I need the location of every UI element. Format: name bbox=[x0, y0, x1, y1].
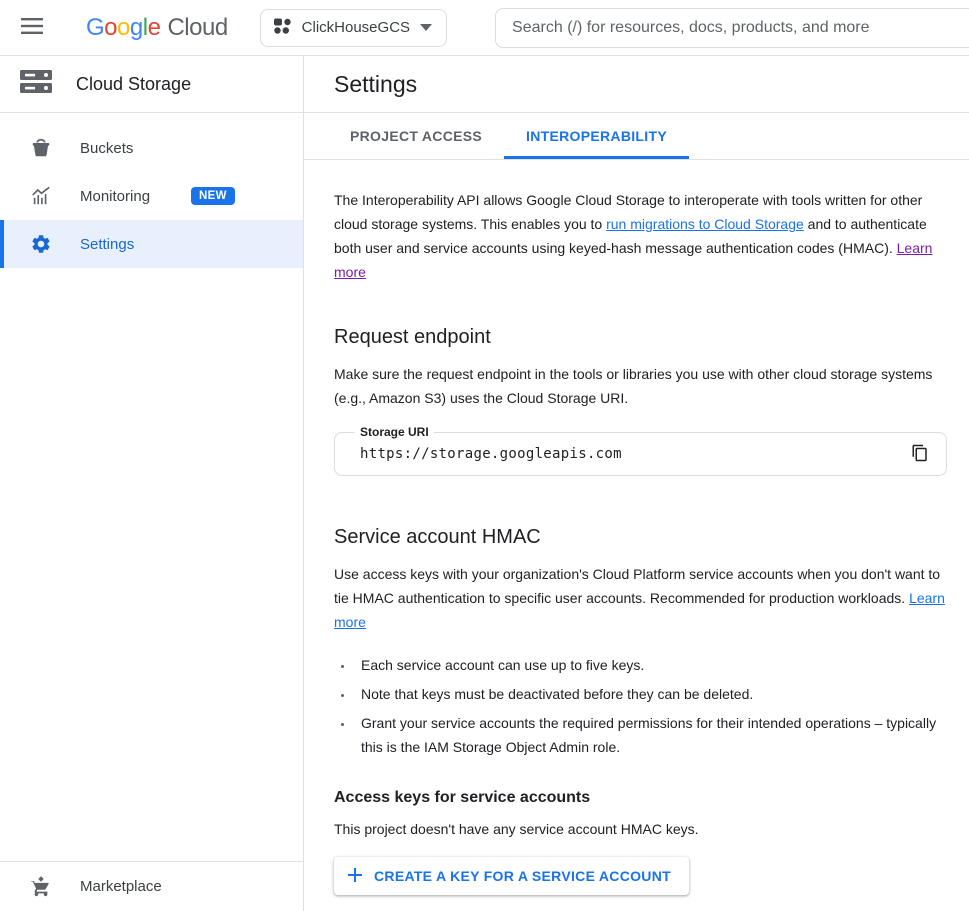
tab-label: PROJECT ACCESS bbox=[350, 128, 482, 144]
list-item: Grant your service accounts the required… bbox=[354, 711, 947, 759]
search-bar[interactable] bbox=[495, 8, 969, 48]
hamburger-icon bbox=[21, 18, 43, 37]
sidebar-header: Cloud Storage bbox=[0, 56, 303, 113]
request-endpoint-heading: Request endpoint bbox=[334, 324, 947, 350]
run-migrations-link[interactable]: run migrations to Cloud Storage bbox=[606, 216, 804, 232]
list-item: Note that keys must be deactivated befor… bbox=[354, 682, 947, 706]
cloud-storage-icon bbox=[20, 68, 52, 101]
sidebar-item-monitoring[interactable]: Monitoring NEW bbox=[0, 172, 303, 220]
access-keys-heading: Access keys for service accounts bbox=[334, 789, 947, 807]
search-input[interactable] bbox=[512, 19, 965, 37]
chevron-down-icon bbox=[420, 24, 432, 31]
sidebar-item-label: Monitoring bbox=[80, 188, 150, 205]
top-bar: G o o g l e Cloud ClickHouseGCS bbox=[0, 0, 969, 56]
sidebar-item-label: Settings bbox=[80, 236, 134, 253]
logo-letter: g bbox=[130, 14, 143, 42]
page-header: Settings bbox=[304, 56, 969, 113]
create-key-button-label: CREATE A KEY FOR A SERVICE ACCOUNT bbox=[374, 868, 671, 884]
bucket-icon bbox=[29, 137, 53, 159]
hamburger-menu-button[interactable] bbox=[8, 4, 56, 52]
project-name: ClickHouseGCS bbox=[302, 19, 410, 36]
sidebar-footer: Marketplace bbox=[0, 861, 303, 911]
storage-uri-value: https://storage.googleapis.com bbox=[360, 446, 906, 462]
sidebar-item-settings[interactable]: Settings bbox=[0, 220, 303, 268]
create-key-button[interactable]: CREATE A KEY FOR A SERVICE ACCOUNT bbox=[334, 857, 689, 895]
access-keys-empty-text: This project doesn't have any service ac… bbox=[334, 817, 947, 841]
google-cloud-logo[interactable]: G o o g l e Cloud bbox=[86, 14, 228, 42]
marketplace-cart-icon bbox=[29, 876, 53, 898]
hmac-text: Use access keys with your organization's… bbox=[334, 566, 940, 606]
tab-project-access[interactable]: PROJECT ACCESS bbox=[328, 113, 504, 159]
sidebar-product-title: Cloud Storage bbox=[76, 74, 191, 95]
interoperability-intro: The Interoperability API allows Google C… bbox=[334, 188, 947, 284]
gear-icon bbox=[29, 233, 53, 255]
request-endpoint-description: Make sure the request endpoint in the to… bbox=[334, 362, 947, 410]
main-content: Settings PROJECT ACCESS INTEROPERABILITY… bbox=[304, 56, 969, 911]
tab-label: INTEROPERABILITY bbox=[526, 128, 667, 144]
plus-icon bbox=[346, 866, 364, 887]
sidebar-item-label: Buckets bbox=[80, 140, 133, 157]
hmac-notes-list: Each service account can use up to five … bbox=[334, 653, 947, 759]
logo-letter: o bbox=[117, 14, 130, 42]
project-selector[interactable]: ClickHouseGCS bbox=[260, 9, 447, 47]
storage-uri-field: Storage URI https://storage.googleapis.c… bbox=[334, 432, 947, 476]
service-account-hmac-description: Use access keys with your organization's… bbox=[334, 562, 947, 634]
logo-cloud-text: Cloud bbox=[167, 14, 227, 42]
monitoring-chart-icon bbox=[29, 185, 53, 207]
sidebar: Cloud Storage Buckets Monitoring NEW bbox=[0, 56, 304, 911]
logo-letter: o bbox=[104, 14, 117, 42]
sidebar-item-buckets[interactable]: Buckets bbox=[0, 124, 303, 172]
new-badge: NEW bbox=[191, 187, 235, 205]
list-item: Each service account can use up to five … bbox=[354, 653, 947, 677]
service-account-hmac-heading: Service account HMAC bbox=[334, 524, 947, 550]
logo-letter: e bbox=[148, 14, 161, 42]
copy-button[interactable] bbox=[906, 440, 934, 468]
page-title: Settings bbox=[334, 71, 417, 98]
sidebar-nav: Buckets Monitoring NEW Settings bbox=[0, 113, 303, 268]
tab-interoperability[interactable]: INTEROPERABILITY bbox=[504, 113, 689, 159]
sidebar-item-label: Marketplace bbox=[80, 878, 162, 895]
copy-icon bbox=[911, 444, 929, 465]
tab-bar: PROJECT ACCESS INTEROPERABILITY bbox=[304, 113, 969, 160]
project-icon bbox=[273, 16, 292, 40]
sidebar-item-marketplace[interactable]: Marketplace bbox=[0, 862, 303, 911]
logo-letter: G bbox=[86, 14, 104, 42]
storage-uri-label: Storage URI bbox=[355, 425, 434, 439]
